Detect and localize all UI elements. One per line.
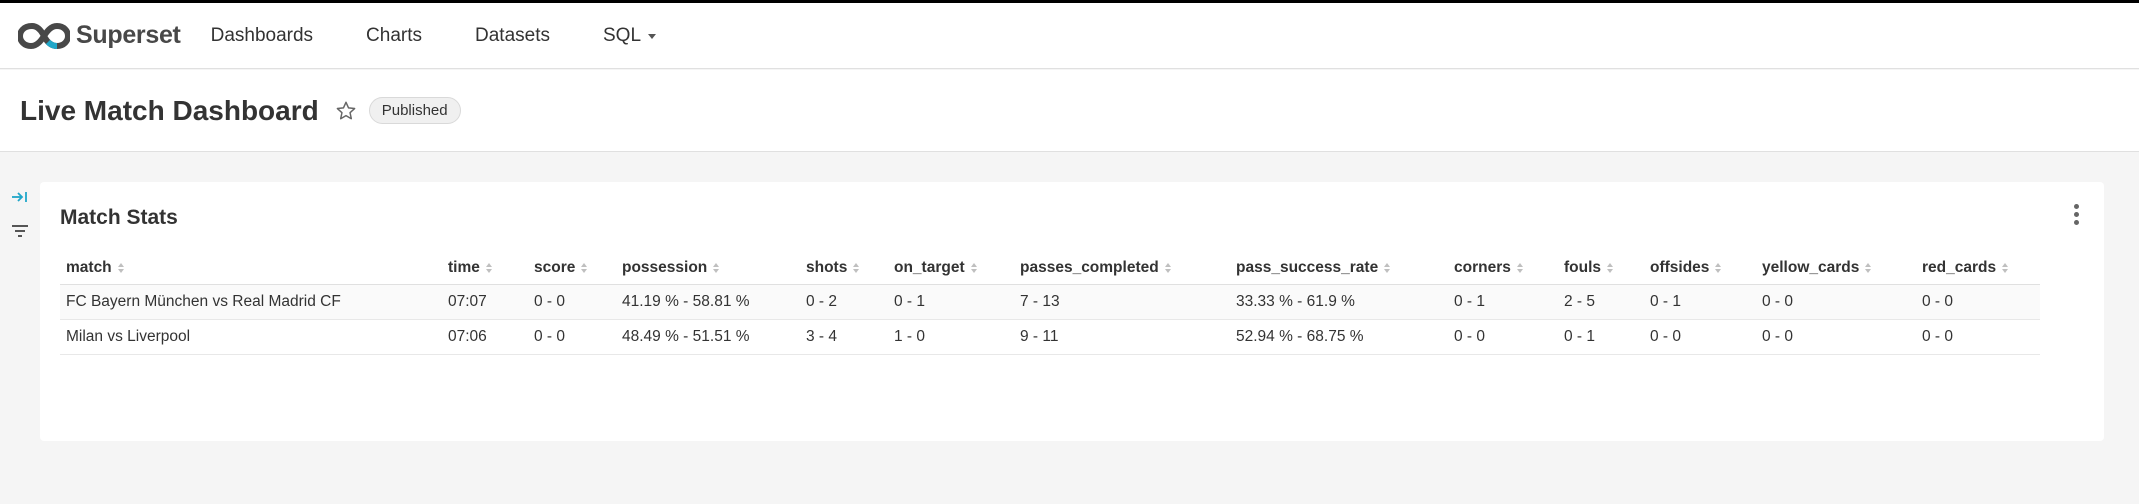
column-header-label: corners bbox=[1454, 258, 1511, 276]
column-header-pass-success-rate[interactable]: pass_success_rate bbox=[1230, 252, 1448, 285]
nav-charts[interactable]: Charts bbox=[366, 25, 422, 47]
sort-icon[interactable] bbox=[1864, 262, 1872, 274]
match-stats-table: match time score possession shots on_target pa… bbox=[60, 252, 2040, 355]
page-title[interactable]: Live Match Dashboard bbox=[20, 95, 319, 127]
table-row: Milan vs Liverpool 07:06 0 - 0 48.49 % - 51… bbox=[60, 319, 2040, 355]
table-cell-yellow-cards: 0 - 0 bbox=[1756, 319, 1916, 355]
table-cell-passes-completed: 7 - 13 bbox=[1014, 284, 1230, 320]
column-header-possession[interactable]: possession bbox=[616, 252, 800, 285]
superset-logo-icon bbox=[18, 22, 70, 49]
column-header-label: on_target bbox=[894, 258, 965, 276]
sort-icon[interactable] bbox=[1516, 262, 1524, 274]
app-name: Superset bbox=[76, 21, 181, 49]
sort-icon[interactable] bbox=[1164, 262, 1172, 274]
table-cell-fouls: 0 - 1 bbox=[1558, 319, 1644, 355]
column-header-shots[interactable]: shots bbox=[800, 252, 888, 285]
table-cell-yellow-cards: 0 - 0 bbox=[1756, 284, 1916, 320]
column-header-label: red_cards bbox=[1922, 258, 1997, 276]
column-header-offsides[interactable]: offsides bbox=[1644, 252, 1756, 285]
table-cell-red-cards: 0 - 0 bbox=[1916, 319, 2040, 355]
sort-icon[interactable] bbox=[1606, 262, 1614, 274]
table-cell-score: 0 - 0 bbox=[528, 319, 616, 355]
column-header-label: fouls bbox=[1564, 258, 1602, 276]
chart-title: Match Stats bbox=[60, 206, 178, 229]
table-cell-match: FC Bayern München vs Real Madrid CF bbox=[60, 284, 442, 320]
table-cell-offsides: 0 - 1 bbox=[1644, 284, 1756, 320]
table-cell-pass-success-rate: 33.33 % - 61.9 % bbox=[1230, 284, 1448, 320]
sort-icon[interactable] bbox=[580, 262, 588, 274]
filter-icon[interactable] bbox=[10, 222, 30, 240]
column-header-label: pass_success_rate bbox=[1236, 258, 1379, 276]
table-cell-pass-success-rate: 52.94 % - 68.75 % bbox=[1230, 319, 1448, 355]
nav-datasets-label: Datasets bbox=[475, 24, 550, 46]
table-cell-time: 07:07 bbox=[442, 284, 528, 320]
chevron-down-icon bbox=[648, 34, 657, 39]
sort-icon[interactable] bbox=[1714, 262, 1722, 274]
column-header-yellow-cards[interactable]: yellow_cards bbox=[1756, 252, 1916, 285]
table-cell-red-cards: 0 - 0 bbox=[1916, 284, 2040, 320]
table-row: FC Bayern München vs Real Madrid CF 07:07… bbox=[60, 284, 2040, 320]
nav-menu: Dashboards Charts Datasets SQL bbox=[211, 25, 709, 47]
table-cell-possession: 48.49 % - 51.51 % bbox=[616, 319, 800, 355]
table-cell-corners: 0 - 1 bbox=[1448, 284, 1558, 320]
column-header-label: score bbox=[534, 258, 576, 276]
column-header-label: shots bbox=[806, 258, 848, 276]
nav-sql[interactable]: SQL bbox=[603, 24, 657, 47]
sort-icon[interactable] bbox=[970, 262, 978, 274]
table-cell-score: 0 - 0 bbox=[528, 284, 616, 320]
sort-icon[interactable] bbox=[712, 262, 720, 274]
table-cell-time: 07:06 bbox=[442, 319, 528, 355]
column-header-label: time bbox=[448, 258, 480, 276]
nav-charts-label: Charts bbox=[366, 24, 423, 46]
dashboard-header: Live Match Dashboard Published bbox=[0, 70, 2139, 152]
column-header-fouls[interactable]: fouls bbox=[1558, 252, 1644, 285]
table-cell-shots: 3 - 4 bbox=[800, 319, 888, 355]
column-header-label: passes_completed bbox=[1020, 258, 1159, 276]
sort-icon[interactable] bbox=[1383, 262, 1391, 274]
table-cell-on-target: 0 - 1 bbox=[888, 284, 1014, 320]
column-header-corners[interactable]: corners bbox=[1448, 252, 1558, 285]
sort-icon[interactable] bbox=[485, 262, 493, 274]
column-header-label: yellow_cards bbox=[1762, 258, 1860, 276]
column-header-label: possession bbox=[622, 258, 708, 276]
brand[interactable]: Superset bbox=[18, 21, 181, 50]
table-cell-offsides: 0 - 0 bbox=[1644, 319, 1756, 355]
column-header-passes-completed[interactable]: passes_completed bbox=[1014, 252, 1230, 285]
sort-icon[interactable] bbox=[117, 262, 125, 274]
table-body: FC Bayern München vs Real Madrid CF 07:07… bbox=[60, 284, 2040, 355]
nav-dashboards[interactable]: Dashboards bbox=[211, 25, 313, 47]
top-navbar: Superset Dashboards Charts Datasets SQL bbox=[0, 3, 2139, 69]
table-cell-passes-completed: 9 - 11 bbox=[1014, 319, 1230, 355]
table-cell-shots: 0 - 2 bbox=[800, 284, 888, 320]
sort-icon[interactable] bbox=[2001, 262, 2009, 274]
column-header-score[interactable]: score bbox=[528, 252, 616, 285]
table-header-row: match time score possession shots on_target pa… bbox=[60, 252, 2040, 285]
more-vertical-icon[interactable] bbox=[2072, 204, 2080, 228]
status-badge[interactable]: Published bbox=[368, 97, 461, 124]
column-header-label: match bbox=[66, 258, 112, 276]
sort-icon[interactable] bbox=[852, 262, 860, 274]
column-header-label: offsides bbox=[1650, 258, 1710, 276]
column-header-time[interactable]: time bbox=[442, 252, 528, 285]
column-header-red-cards[interactable]: red_cards bbox=[1916, 252, 2040, 285]
table-cell-match: Milan vs Liverpool bbox=[60, 319, 442, 355]
column-header-match[interactable]: match bbox=[60, 252, 442, 285]
table-cell-on-target: 1 - 0 bbox=[888, 319, 1014, 355]
star-icon[interactable] bbox=[335, 100, 357, 122]
nav-sql-label: SQL bbox=[603, 24, 642, 46]
chart-card: Match Stats match time score possession shot… bbox=[40, 182, 2104, 441]
table-cell-possession: 41.19 % - 58.81 % bbox=[616, 284, 800, 320]
table-cell-fouls: 2 - 5 bbox=[1558, 284, 1644, 320]
expand-filters-icon[interactable] bbox=[10, 188, 28, 206]
table-cell-corners: 0 - 0 bbox=[1448, 319, 1558, 355]
nav-dashboards-label: Dashboards bbox=[210, 24, 314, 46]
nav-datasets[interactable]: Datasets bbox=[475, 25, 550, 47]
column-header-on-target[interactable]: on_target bbox=[888, 252, 1014, 285]
